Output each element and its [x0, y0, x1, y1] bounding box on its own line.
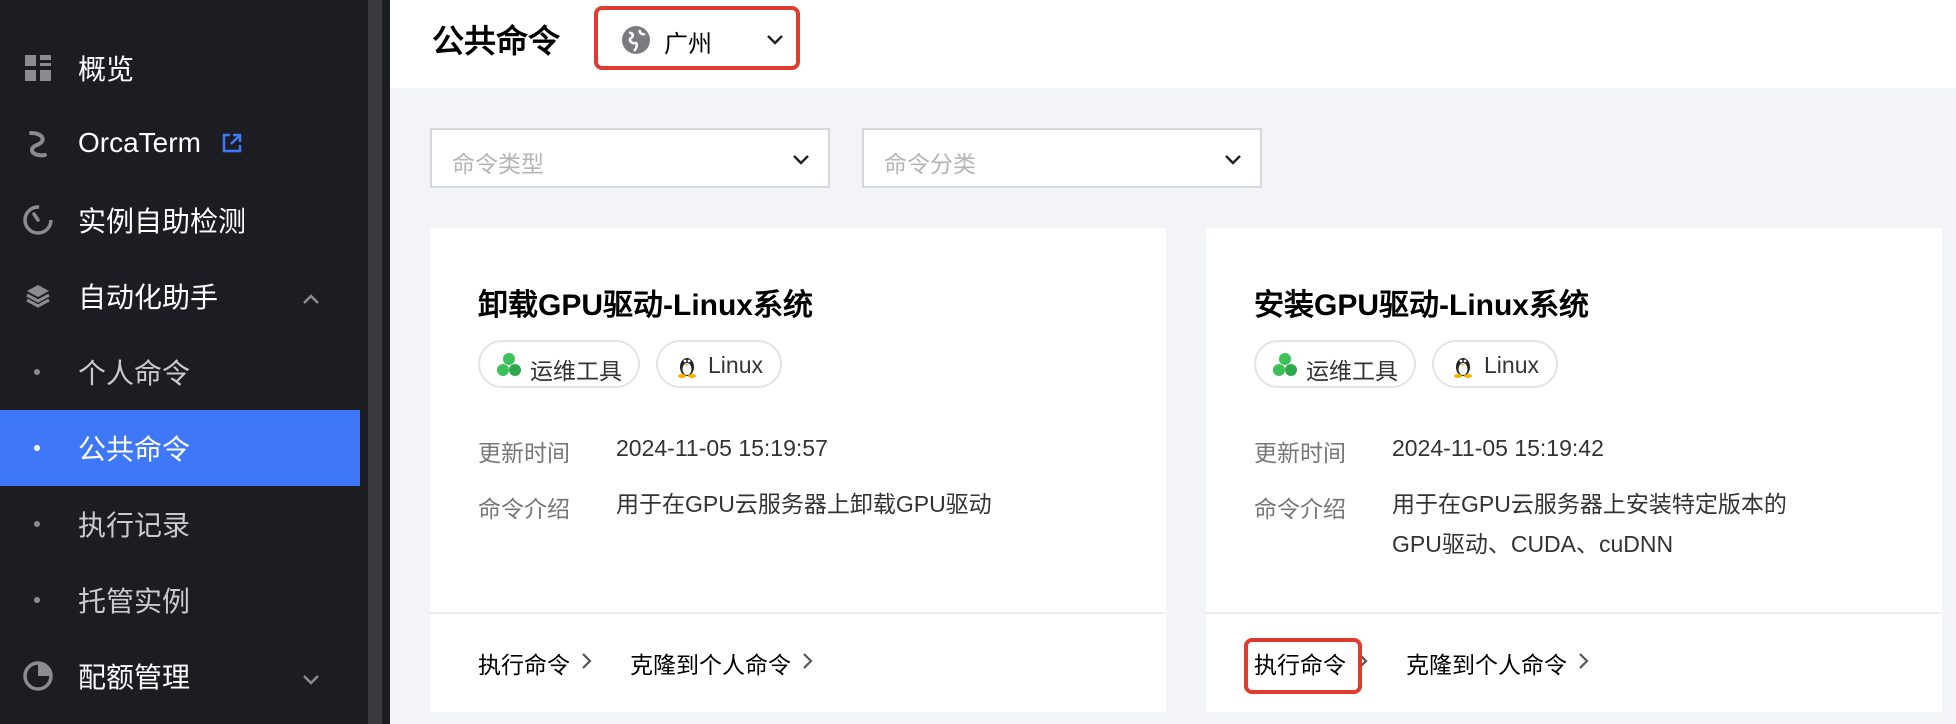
description-line: 用于在GPU云服务器上卸载GPU驱动 — [616, 491, 992, 517]
command-type-select[interactable]: 命令类型 — [430, 128, 830, 188]
sidebar-item-personal-commands[interactable]: 个人命令 — [0, 334, 360, 410]
card-title: 卸载GPU驱动-Linux系统 — [478, 289, 813, 322]
sidebar-item-label: 实例自助检测 — [78, 206, 247, 237]
bullet-dot — [34, 521, 40, 527]
sidebar-item-label: OrcaTerm — [78, 127, 201, 159]
sidebar-item-label: 公共命令 — [78, 434, 191, 465]
page-title: 公共命令 — [432, 23, 561, 59]
chevron-down-icon — [300, 665, 322, 687]
external-link-icon — [221, 129, 243, 161]
bullet-dot — [34, 369, 40, 375]
chevron-right-icon — [801, 650, 815, 677]
bullet-dot — [34, 597, 40, 603]
globe-icon — [620, 24, 652, 61]
self-check-icon — [22, 204, 54, 236]
orcaterm-icon — [22, 128, 54, 160]
sidebar-item-label: 自动化助手 — [78, 282, 219, 313]
command-type-placeholder: 命令类型 — [452, 151, 544, 177]
updated-label: 更新时间 — [478, 440, 570, 466]
region-select[interactable]: 广州 — [594, 6, 800, 70]
card-title: 安装GPU驱动-Linux系统 — [1254, 289, 1589, 322]
tag-label: Linux — [708, 352, 763, 378]
sidebar-item-self-check[interactable]: 实例自助检测 — [0, 182, 360, 258]
chevron-right-icon — [1577, 650, 1591, 677]
chevron-down-icon — [790, 148, 812, 175]
updated-label: 更新时间 — [1254, 440, 1346, 466]
linux-penguin-icon — [1450, 352, 1476, 384]
card-divider — [1206, 612, 1942, 614]
sidebar-item-automation[interactable]: 自动化助手 — [0, 258, 360, 334]
run-command-label: 执行命令 — [478, 652, 570, 678]
sidebar-item-orcaterm[interactable]: OrcaTerm — [0, 106, 360, 182]
linux-penguin-icon — [674, 352, 700, 384]
bullet-dot — [34, 445, 40, 451]
clone-label: 克隆到个人命令 — [630, 652, 791, 678]
updated-value: 2024-11-05 15:19:42 — [1392, 435, 1604, 461]
description-label: 命令介绍 — [1254, 496, 1346, 522]
tag-ops-tools: 运维工具 — [1254, 340, 1416, 388]
run-command-highlight — [1244, 638, 1362, 694]
chevron-down-icon — [1222, 148, 1244, 175]
clone-to-personal-link[interactable]: 克隆到个人命令 — [1406, 646, 1591, 680]
tag-ops-tools: 运维工具 — [478, 340, 640, 388]
command-card: 卸载GPU驱动-Linux系统 运维工具 Linux 更新时间 2024-11-… — [430, 228, 1166, 712]
run-command-link[interactable]: 执行命令 — [478, 646, 594, 680]
sidebar-scrollbar[interactable] — [368, 0, 382, 724]
command-category-placeholder: 命令分类 — [884, 151, 976, 177]
sidebar-item-label: 配额管理 — [78, 662, 191, 693]
tag-linux: Linux — [1432, 340, 1558, 388]
chevron-down-icon — [764, 28, 786, 55]
description-line: 用于在GPU云服务器上安装特定版本的 — [1392, 491, 1787, 517]
sidebar-item-execution-records[interactable]: 执行记录 — [0, 486, 360, 562]
dashboard-grid-icon — [22, 52, 54, 84]
chevron-up-icon — [300, 285, 322, 307]
tag-label: 运维工具 — [1306, 358, 1398, 384]
sidebar-item-managed-instances[interactable]: 托管实例 — [0, 562, 360, 638]
region-value: 广州 — [664, 31, 712, 58]
sidebar-item-label: 托管实例 — [78, 586, 191, 617]
sidebar-item-label: 执行记录 — [78, 510, 191, 541]
quota-pie-icon — [22, 660, 54, 692]
sidebar-item-label: 个人命令 — [78, 358, 191, 389]
command-category-select[interactable]: 命令分类 — [862, 128, 1262, 188]
tag-label: Linux — [1484, 352, 1539, 378]
clone-to-personal-link[interactable]: 克隆到个人命令 — [630, 646, 815, 680]
ops-tools-icon — [1272, 352, 1298, 384]
tag-linux: Linux — [656, 340, 782, 388]
sidebar-item-quota[interactable]: 配额管理 — [0, 638, 360, 714]
sidebar: 概览 OrcaTerm 实例自助检测 自动化助手 个人命令 公共命令 执行记录 … — [0, 0, 390, 724]
sidebar-item-label: 概览 — [78, 54, 135, 85]
ops-tools-icon — [496, 352, 522, 384]
sidebar-item-overview[interactable]: 概览 — [0, 30, 360, 106]
description-line: GPU驱动、CUDA、cuDNN — [1392, 531, 1674, 557]
automation-icon — [22, 280, 54, 312]
card-divider — [430, 612, 1166, 614]
tag-label: 运维工具 — [530, 358, 622, 384]
clone-label: 克隆到个人命令 — [1406, 652, 1567, 678]
chevron-right-icon — [580, 650, 594, 677]
description-label: 命令介绍 — [478, 496, 570, 522]
command-card: 安装GPU驱动-Linux系统 运维工具 Linux 更新时间 2024-11-… — [1206, 228, 1942, 712]
sidebar-item-public-commands[interactable]: 公共命令 — [0, 410, 360, 486]
updated-value: 2024-11-05 15:19:57 — [616, 435, 828, 461]
